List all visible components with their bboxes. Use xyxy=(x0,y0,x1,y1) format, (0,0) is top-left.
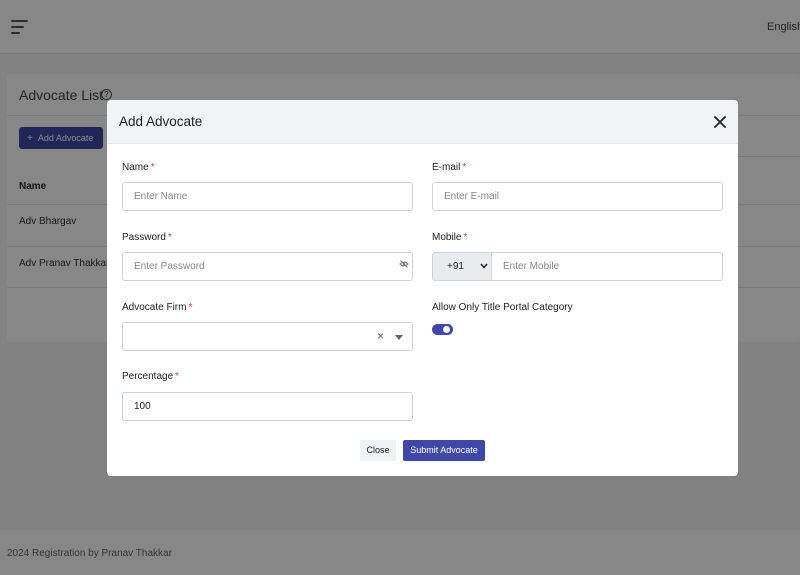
modal-title: Add Advocate xyxy=(119,114,203,129)
submit-advocate-button[interactable]: Submit Advocate xyxy=(403,440,485,461)
password-input[interactable]: Enter Password xyxy=(122,252,413,281)
name-label: Name * xyxy=(122,162,155,173)
title-portal-label: Allow Only Title Portal Category xyxy=(432,302,573,313)
mobile-input[interactable]: Enter Mobile xyxy=(491,252,723,281)
name-input[interactable]: Enter Name xyxy=(122,182,413,211)
email-input[interactable]: Enter E-mail xyxy=(432,182,723,211)
title-portal-toggle[interactable] xyxy=(432,324,453,335)
percentage-label: Percentage * xyxy=(122,371,180,382)
country-code-value: +91 xyxy=(447,261,464,272)
required-marker: * xyxy=(150,162,155,173)
caret-down-icon[interactable] xyxy=(395,335,403,340)
password-placeholder: Enter Password xyxy=(134,261,205,272)
eye-slash-icon[interactable] xyxy=(399,260,409,268)
required-marker: * xyxy=(175,371,180,382)
clear-icon[interactable]: × xyxy=(377,330,384,342)
advocate-firm-label: Advocate Firm * xyxy=(122,302,193,313)
required-marker: * xyxy=(167,232,172,243)
required-marker: * xyxy=(462,162,467,173)
percentage-input[interactable]: 100 xyxy=(122,392,413,421)
close-icon[interactable] xyxy=(712,114,728,130)
modal-header: Add Advocate xyxy=(107,100,738,144)
required-marker: * xyxy=(188,302,193,313)
advocate-firm-select[interactable]: × xyxy=(122,322,413,351)
password-label: Password * xyxy=(122,232,172,243)
mobile-label: Mobile * xyxy=(432,232,468,243)
add-advocate-modal: Add Advocate Name * Enter Name E-mail * En… xyxy=(107,100,738,476)
required-marker: * xyxy=(463,232,468,243)
email-label: E-mail * xyxy=(432,162,467,173)
chevron-down-icon xyxy=(480,263,488,269)
country-code-select[interactable]: +91 xyxy=(432,252,491,281)
toggle-knob xyxy=(443,326,450,333)
close-button[interactable]: Close xyxy=(360,440,396,461)
